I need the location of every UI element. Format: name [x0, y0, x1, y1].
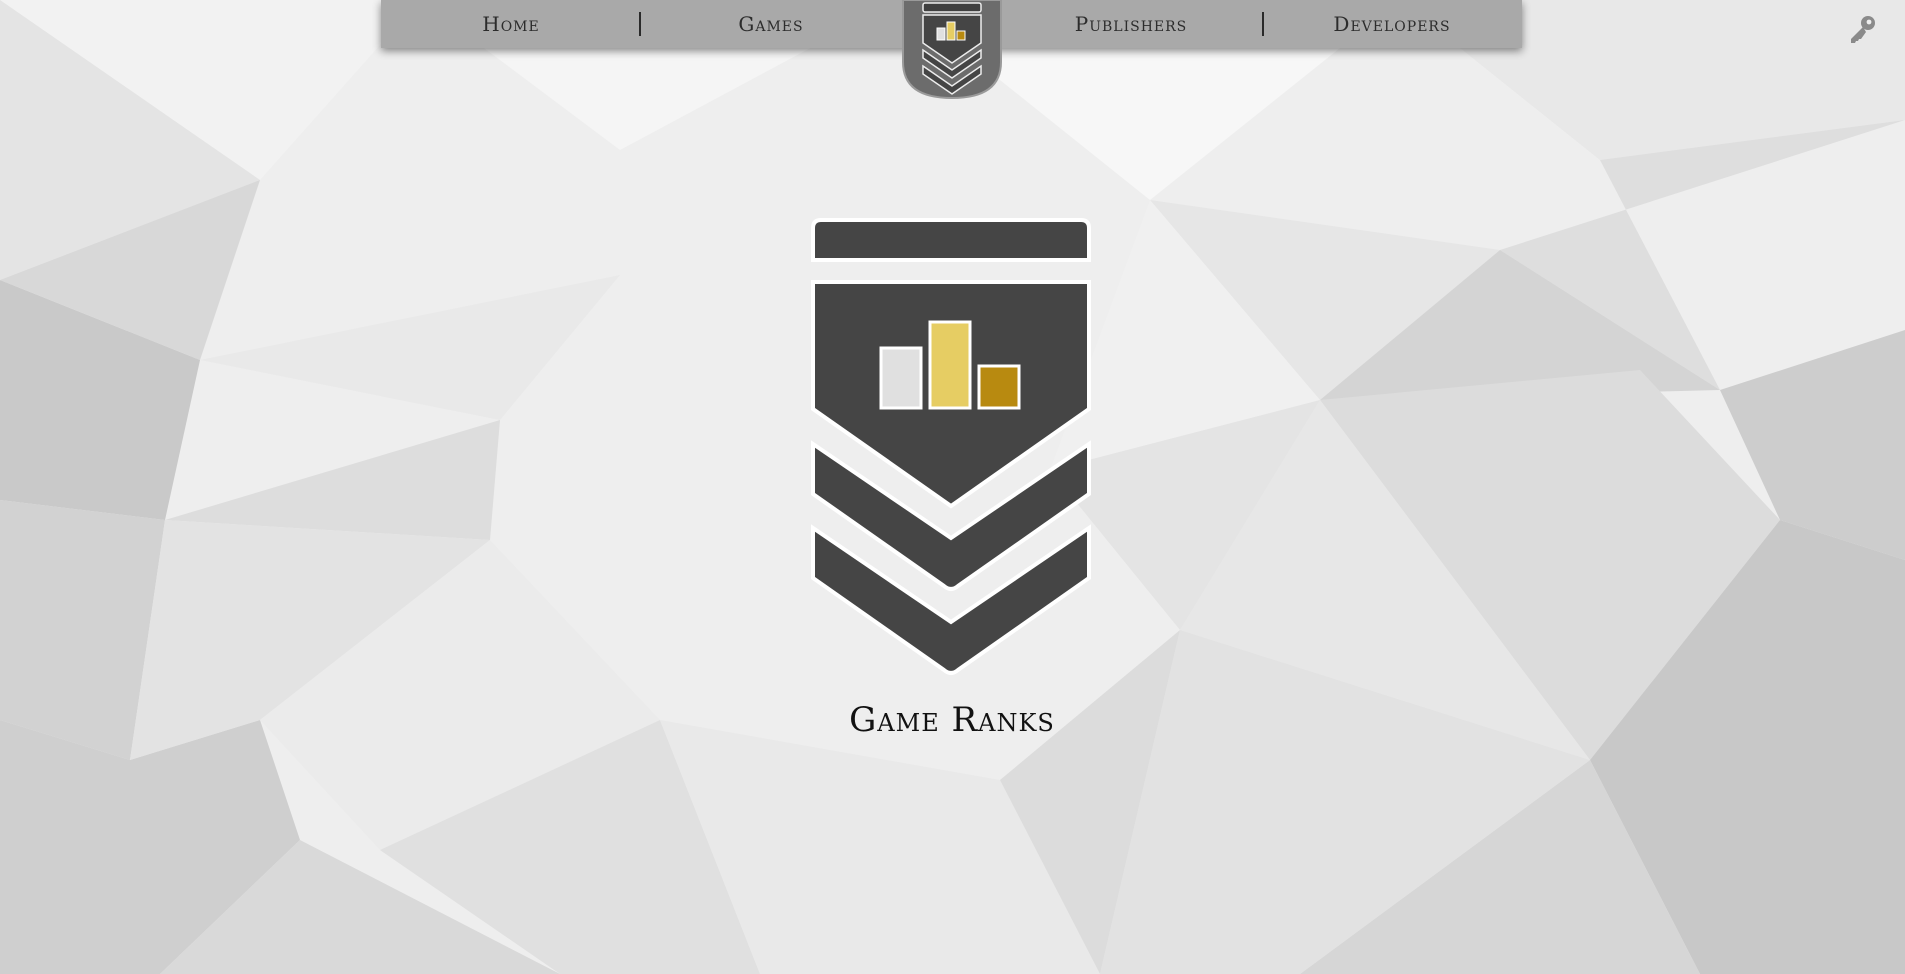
site-title: Game Ranks [849, 700, 1055, 740]
nav-publishers-link[interactable]: Publishers [1031, 0, 1231, 48]
nav-separator [1262, 12, 1264, 36]
nav-separator [639, 12, 641, 36]
login-key-button[interactable] [1846, 12, 1880, 46]
rank-chevron-badge-icon [811, 218, 1091, 675]
nav-developers-link[interactable]: Developers [1292, 0, 1492, 48]
navbar-logo-emblem[interactable] [901, 0, 1003, 100]
nav-home-link[interactable]: Home [411, 0, 611, 48]
rank-chevron-badge-icon [902, 0, 1002, 100]
key-icon [1851, 16, 1875, 43]
nav-games-link[interactable]: Games [671, 0, 871, 48]
hero-logo-emblem [808, 216, 1094, 684]
